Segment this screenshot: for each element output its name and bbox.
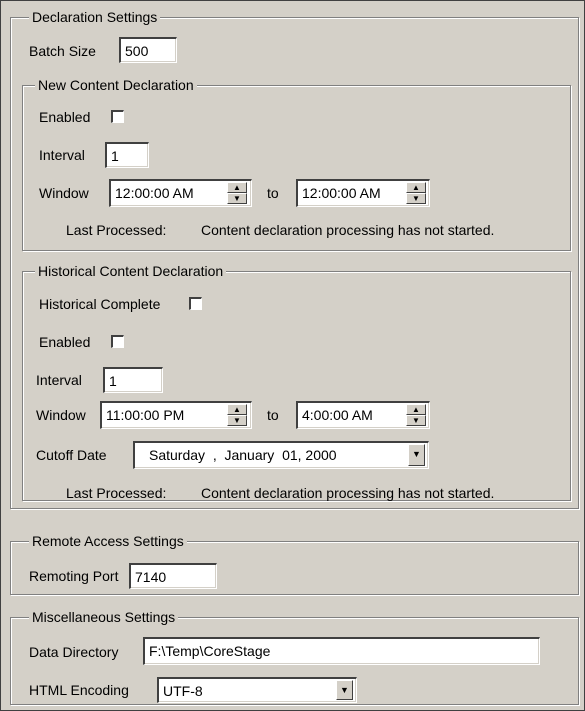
new-enabled-checkbox[interactable] — [111, 110, 124, 123]
settings-panel: Declaration Settings Batch Size 500 New … — [0, 0, 585, 711]
historical-complete-checkbox[interactable] — [189, 297, 202, 310]
new-to-label: to — [267, 185, 279, 201]
hist-window-from-spinner[interactable]: ▲ ▼ — [227, 404, 247, 426]
remoting-port-label: Remoting Port — [29, 568, 119, 584]
spin-up-icon[interactable]: ▲ — [227, 182, 247, 193]
historical-title: Historical Content Declaration — [35, 262, 227, 280]
spin-up-icon[interactable]: ▲ — [406, 404, 426, 415]
hist-window-label: Window — [36, 407, 86, 423]
data-directory-label: Data Directory — [29, 644, 119, 660]
cutoff-date-picker[interactable]: Saturday , January 01, 2000 — [133, 441, 429, 469]
chevron-down-icon[interactable]: ▼ — [336, 680, 353, 700]
new-content-title: New Content Declaration — [35, 76, 197, 94]
spin-up-icon[interactable]: ▲ — [406, 182, 426, 193]
chevron-down-icon[interactable]: ▼ — [408, 444, 425, 466]
declaration-settings-title: Declaration Settings — [29, 8, 161, 26]
html-encoding-select[interactable]: UTF-8 — [157, 677, 357, 703]
spin-down-icon[interactable]: ▼ — [406, 193, 426, 204]
data-directory-input[interactable]: F:\Temp\CoreStage — [143, 637, 540, 665]
new-window-label: Window — [39, 185, 89, 201]
historical-complete-label: Historical Complete — [39, 296, 161, 312]
batch-size-label: Batch Size — [29, 43, 96, 59]
spin-up-icon[interactable]: ▲ — [227, 404, 247, 415]
spin-down-icon[interactable]: ▼ — [406, 415, 426, 426]
new-last-processed-value: Content declaration processing has not s… — [201, 222, 495, 238]
misc-settings-title: Miscellaneous Settings — [29, 608, 179, 626]
batch-size-input[interactable]: 500 — [119, 37, 177, 63]
cutoff-date-label: Cutoff Date — [36, 447, 107, 463]
hist-enabled-checkbox[interactable] — [111, 335, 124, 348]
spin-down-icon[interactable]: ▼ — [227, 193, 247, 204]
new-interval-label: Interval — [39, 147, 85, 163]
new-last-processed-label: Last Processed: — [66, 222, 167, 238]
spin-down-icon[interactable]: ▼ — [227, 415, 247, 426]
hist-interval-input[interactable]: 1 — [103, 367, 163, 393]
remoting-port-input[interactable]: 7140 — [129, 563, 217, 589]
new-enabled-label: Enabled — [39, 109, 91, 125]
hist-last-processed-value: Content declaration processing has not s… — [201, 485, 495, 501]
hist-interval-label: Interval — [36, 372, 82, 388]
hist-to-label: to — [267, 407, 279, 423]
hist-enabled-label: Enabled — [39, 334, 91, 350]
hist-window-to-spinner[interactable]: ▲ ▼ — [406, 404, 426, 426]
html-encoding-label: HTML Encoding — [29, 682, 129, 698]
new-interval-input[interactable]: 1 — [105, 142, 149, 168]
new-window-from-spinner[interactable]: ▲ ▼ — [227, 182, 247, 204]
new-window-to-spinner[interactable]: ▲ ▼ — [406, 182, 426, 204]
hist-last-processed-label: Last Processed: — [66, 485, 167, 501]
remote-access-title: Remote Access Settings — [29, 532, 187, 550]
